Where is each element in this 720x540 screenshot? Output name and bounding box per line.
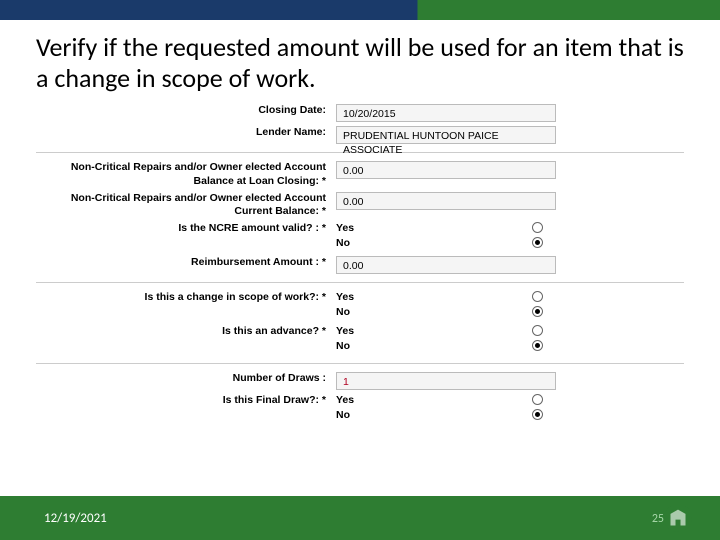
option-label-yes: Yes xyxy=(336,394,436,406)
slide: Verify if the requested amount will be u… xyxy=(0,0,720,540)
label-ncre-current: Non-Critical Repairs and/or Owner electe… xyxy=(36,192,336,218)
input-ncre-current[interactable]: 0.00 xyxy=(336,192,556,210)
footer-bar: 12/19/2021 25 xyxy=(0,496,720,540)
input-number-draws[interactable]: 1 xyxy=(336,372,556,390)
label-ncre-loan-closing: Non-Critical Repairs and/or Owner electe… xyxy=(36,161,336,187)
footer-date: 12/19/2021 xyxy=(44,511,107,526)
radio-change-scope-no[interactable]: No xyxy=(336,306,684,318)
radio-icon xyxy=(532,325,543,336)
row-ncre-loan-closing: Non-Critical Repairs and/or Owner electe… xyxy=(36,159,684,189)
radio-icon xyxy=(532,394,543,405)
input-closing-date[interactable]: 10/20/2015 xyxy=(336,104,556,122)
row-change-scope: Is this a change in scope of work?: * Ye… xyxy=(36,289,684,323)
row-ncre-valid: Is the NCRE amount valid? : * Yes No xyxy=(36,220,684,254)
radio-change-scope-yes[interactable]: Yes xyxy=(336,291,684,303)
label-final-draw: Is this Final Draw?: * xyxy=(36,394,336,407)
label-change-scope: Is this a change in scope of work?: * xyxy=(36,291,336,304)
radio-icon xyxy=(532,409,543,420)
label-lender-name: Lender Name: xyxy=(36,126,336,139)
separator xyxy=(36,363,684,364)
separator xyxy=(36,282,684,283)
page-number: 25 xyxy=(652,512,664,526)
seal-icon xyxy=(664,504,692,532)
radio-is-advance-yes[interactable]: Yes xyxy=(336,325,684,337)
radio-icon xyxy=(532,291,543,302)
radio-icon xyxy=(532,237,543,248)
input-ncre-loan-closing[interactable]: 0.00 xyxy=(336,161,556,179)
label-number-draws: Number of Draws : xyxy=(36,372,336,385)
radio-is-advance-no[interactable]: No xyxy=(336,340,684,352)
option-label-yes: Yes xyxy=(336,325,436,337)
label-ncre-valid: Is the NCRE amount valid? : * xyxy=(36,222,336,235)
row-reimbursement: Reimbursement Amount : * 0.00 xyxy=(36,254,684,276)
row-lender-name: Lender Name: PRUDENTIAL HUNTOON PAICE AS… xyxy=(36,124,684,146)
radio-icon xyxy=(532,222,543,233)
top-bar xyxy=(0,0,720,20)
row-closing-date: Closing Date: 10/20/2015 xyxy=(36,102,684,124)
slide-title: Verify if the requested amount will be u… xyxy=(0,20,720,102)
row-final-draw: Is this Final Draw?: * Yes No xyxy=(36,392,684,426)
input-lender-name[interactable]: PRUDENTIAL HUNTOON PAICE ASSOCIATE xyxy=(336,126,556,144)
row-number-draws: Number of Draws : 1 xyxy=(36,370,684,392)
option-label-yes: Yes xyxy=(336,291,436,303)
form-area: Closing Date: 10/20/2015 Lender Name: PR… xyxy=(0,102,720,496)
row-ncre-current: Non-Critical Repairs and/or Owner electe… xyxy=(36,190,684,220)
radio-icon xyxy=(532,306,543,317)
option-label-no: No xyxy=(336,409,436,421)
label-closing-date: Closing Date: xyxy=(36,104,336,117)
radio-ncre-valid-no[interactable]: No xyxy=(336,237,684,249)
radio-final-draw-no[interactable]: No xyxy=(336,409,684,421)
radio-final-draw-yes[interactable]: Yes xyxy=(336,394,684,406)
label-reimbursement: Reimbursement Amount : * xyxy=(36,256,336,269)
row-is-advance: Is this an advance? * Yes No xyxy=(36,323,684,357)
label-is-advance: Is this an advance? * xyxy=(36,325,336,338)
option-label-no: No xyxy=(336,237,436,249)
option-label-no: No xyxy=(336,340,436,352)
option-label-yes: Yes xyxy=(336,222,436,234)
input-reimbursement[interactable]: 0.00 xyxy=(336,256,556,274)
radio-icon xyxy=(532,340,543,351)
radio-ncre-valid-yes[interactable]: Yes xyxy=(336,222,684,234)
option-label-no: No xyxy=(336,306,436,318)
